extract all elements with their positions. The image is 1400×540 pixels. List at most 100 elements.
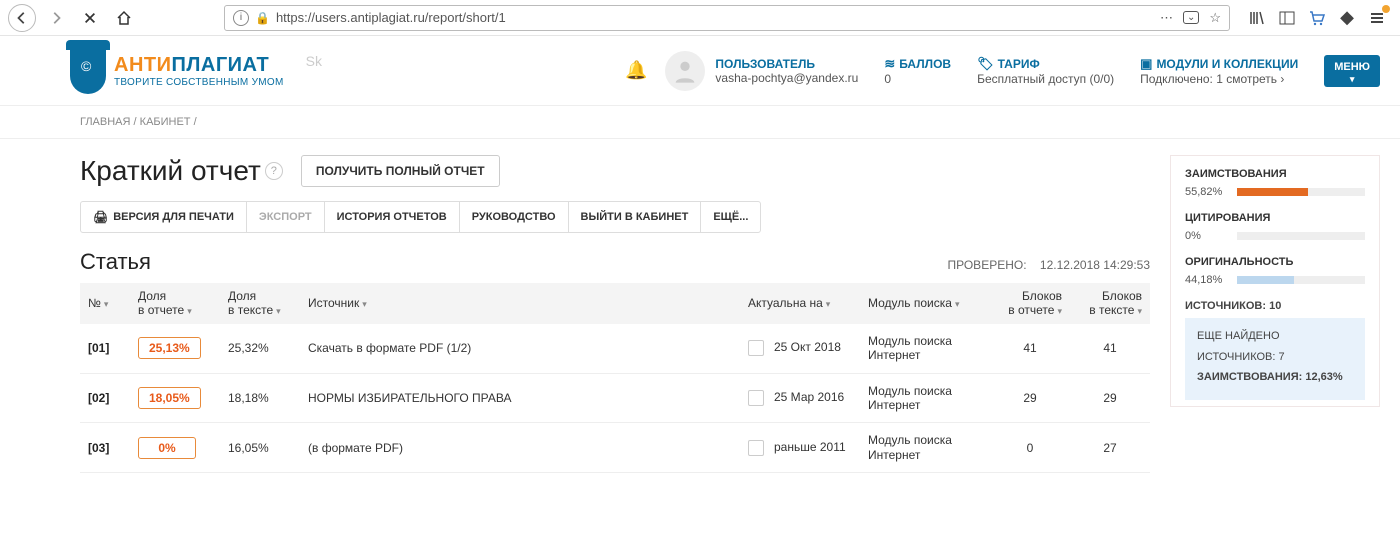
library-icon[interactable] (1248, 9, 1266, 27)
citation-bar (1237, 232, 1365, 240)
table-row[interactable]: [02]18,05%18,18%НОРМЫ ИЗБИРАТЕЛЬНОГО ПРА… (80, 373, 1150, 423)
page-actions-icon[interactable]: ⋯ (1160, 10, 1173, 26)
cart-icon[interactable] (1308, 9, 1326, 27)
full-report-button[interactable]: ПОЛУЧИТЬ ПОЛНЫЙ ОТЧЕТ (301, 155, 500, 187)
cell-blocks-report: 29 (990, 373, 1070, 423)
cell-blocks-report: 41 (990, 324, 1070, 373)
header-user-block: ПОЛЬЗОВАТЕЛЬ vasha-pochtya@yandex.ru (715, 57, 858, 85)
tab-history[interactable]: ИСТОРИЯ ОТЧЕТОВ (325, 202, 460, 232)
logo-shield-icon (70, 48, 106, 94)
print-icon: 🖨 (93, 210, 108, 224)
browser-toolbar: i 🔒 https://users.antiplagiat.ru/report/… (0, 0, 1400, 36)
sources-table: №▾ Доляв отчете▾ Доляв тексте▾ Источник▾… (80, 283, 1150, 473)
header-modules-block: ▣МОДУЛИ И КОЛЛЕКЦИИ Подключено: 1 смотре… (1140, 56, 1298, 86)
cell-module: Модуль поиска Интернет (860, 423, 990, 473)
bookmark-star-icon[interactable]: ☆ (1209, 10, 1221, 26)
action-tabs: 🖨ВЕРСИЯ ДЛЯ ПЕЧАТИ ЭКСПОРТ ИСТОРИЯ ОТЧЕТ… (80, 201, 761, 233)
borrow-label: ЗАИМСТВОВАНИЯ (1185, 168, 1365, 180)
date-checkbox[interactable] (748, 390, 764, 406)
sources-count: ИСТОЧНИКОВ: 10 (1185, 300, 1365, 312)
cell-share-report: 18,05% (130, 373, 220, 423)
citation-pct: 0% (1185, 230, 1229, 242)
cell-actual: раньше 2011 (740, 423, 860, 473)
breadcrumb-cabinet[interactable]: КАБИНЕТ (140, 116, 191, 128)
col-blocks-report[interactable]: Блоковв отчете▾ (990, 283, 1070, 324)
stats-panel: ЗАИМСТВОВАНИЯ 55,82% ЦИТИРОВАНИЯ 0% ОРИГ… (1170, 155, 1380, 407)
table-row[interactable]: [03]0%16,05%(в формате PDF)раньше 2011Мо… (80, 423, 1150, 473)
cell-num: [03] (80, 423, 130, 473)
cell-num: [02] (80, 373, 130, 423)
home-button[interactable] (110, 4, 138, 32)
cell-blocks-report: 0 (990, 423, 1070, 473)
cell-source[interactable]: НОРМЫ ИЗБИРАТЕЛЬНОГО ПРАВА (300, 373, 740, 423)
col-share-text[interactable]: Доляв тексте▾ (220, 283, 300, 324)
header-points-block: ≋БАЛЛОВ 0 (884, 56, 951, 86)
back-button[interactable] (8, 4, 36, 32)
cell-source[interactable]: (в формате PDF) (300, 423, 740, 473)
date-checkbox[interactable] (748, 340, 764, 356)
orig-pct: 44,18% (1185, 274, 1229, 286)
checked-timestamp: ПРОВЕРЕНО: 12.12.2018 14:29:53 (947, 258, 1150, 272)
modules-value[interactable]: Подключено: 1 смотреть › (1140, 72, 1298, 86)
borrow-bar (1237, 188, 1365, 196)
cell-num: [01] (80, 324, 130, 373)
cell-actual: 25 Мар 2016 (740, 373, 860, 423)
cell-module: Модуль поиска Интернет (860, 324, 990, 373)
logo-subtitle: ТВОРИТЕ СОБСТВЕННЫМ УМОМ (114, 77, 284, 88)
notifications-bell-icon[interactable]: 🔔 (625, 60, 647, 81)
reader-icon[interactable]: ⌄ (1183, 11, 1199, 24)
tag-icon: 🏷 (977, 56, 994, 72)
url-text: https://users.antiplagiat.ru/report/shor… (276, 10, 1160, 25)
col-module[interactable]: Модуль поиска▾ (860, 283, 990, 324)
tab-more[interactable]: ЕЩЁ... (701, 202, 760, 232)
breadcrumb: ГЛАВНАЯ / КАБИНЕТ / (0, 106, 1400, 139)
col-blocks-text[interactable]: Блоковв тексте▾ (1070, 283, 1150, 324)
tab-export[interactable]: ЭКСПОРТ (247, 202, 325, 232)
logo[interactable]: АНТИПЛАГИАТ ТВОРИТЕ СОБСТВЕННЫМ УМОМ (114, 54, 284, 88)
citation-label: ЦИТИРОВАНИЯ (1185, 212, 1365, 224)
cell-share-text: 18,18% (220, 373, 300, 423)
app-header: АНТИПЛАГИАТ ТВОРИТЕ СОБСТВЕННЫМ УМОМ Sk … (0, 36, 1400, 106)
tab-print[interactable]: 🖨ВЕРСИЯ ДЛЯ ПЕЧАТИ (81, 202, 247, 232)
cell-share-text: 16,05% (220, 423, 300, 473)
logo-title: АНТИПЛАГИАТ (114, 54, 284, 77)
tab-exit[interactable]: ВЫЙТИ В КАБИНЕТ (569, 202, 702, 232)
user-label: ПОЛЬЗОВАТЕЛЬ (715, 57, 858, 71)
cell-share-report: 0% (130, 423, 220, 473)
avatar[interactable] (665, 51, 705, 91)
forward-button[interactable] (42, 4, 70, 32)
menu-hamburger-icon[interactable] (1368, 9, 1386, 27)
address-bar[interactable]: i 🔒 https://users.antiplagiat.ru/report/… (224, 5, 1230, 31)
menu-button[interactable]: МЕНЮ (1324, 55, 1380, 87)
cell-module: Модуль поиска Интернет (860, 373, 990, 423)
orig-bar (1237, 276, 1365, 284)
pocket-icon[interactable]: ◆ (1338, 9, 1356, 27)
module-icon: ▣ (1140, 56, 1152, 72)
breadcrumb-home[interactable]: ГЛАВНАЯ (80, 116, 130, 128)
col-actual[interactable]: Актуальна на▾ (740, 283, 860, 324)
site-info-icon[interactable]: i (233, 10, 249, 26)
header-tariff-block: 🏷ТАРИФ Бесплатный доступ (0/0) (977, 56, 1114, 86)
sidebar-icon[interactable] (1278, 9, 1296, 27)
col-share-report[interactable]: Доляв отчете▾ (130, 283, 220, 324)
col-num[interactable]: №▾ (80, 283, 130, 324)
stop-button[interactable] (76, 4, 104, 32)
section-title: Статья (80, 249, 151, 275)
cell-source[interactable]: Скачать в формате PDF (1/2) (300, 324, 740, 373)
cell-blocks-text: 29 (1070, 373, 1150, 423)
cell-blocks-text: 41 (1070, 324, 1150, 373)
tab-guide[interactable]: РУКОВОДСТВО (460, 202, 569, 232)
borrow-pct: 55,82% (1185, 186, 1229, 198)
date-checkbox[interactable] (748, 440, 764, 456)
col-source[interactable]: Источник▾ (300, 283, 740, 324)
cell-share-report: 25,13% (130, 324, 220, 373)
lock-icon: 🔒 (255, 11, 270, 25)
orig-label: ОРИГИНАЛЬНОСТЬ (1185, 256, 1365, 268)
user-email: vasha-pochtya@yandex.ru (715, 71, 858, 85)
cell-blocks-text: 27 (1070, 423, 1150, 473)
help-icon[interactable]: ? (265, 162, 283, 180)
skolkovo-badge: Sk (306, 53, 322, 69)
more-found-box: ЕЩЕ НАЙДЕНО ИСТОЧНИКОВ: 7 ЗАИМСТВОВАНИЯ:… (1185, 318, 1365, 400)
table-row[interactable]: [01]25,13%25,32%Скачать в формате PDF (1… (80, 324, 1150, 373)
coins-icon: ≋ (884, 56, 895, 72)
